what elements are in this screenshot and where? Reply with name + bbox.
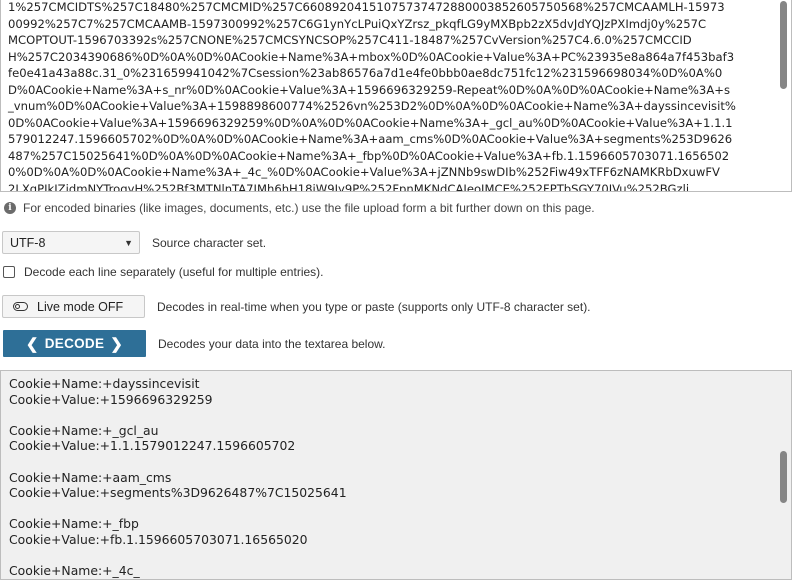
info-note: i For encoded binaries (like images, doc… <box>4 201 595 215</box>
decode-each-line-checkbox[interactable] <box>3 266 15 278</box>
output-scrollbar-thumb[interactable] <box>780 451 787 503</box>
encoded-input-line: 0D%0ACookie+Value%3A+1596696329259%0D%0A… <box>8 115 733 130</box>
output-scrollbar[interactable] <box>777 371 791 579</box>
encoded-input-line: 1%257CMCIDTS%257C18480%257CMCMID%257C660… <box>8 0 725 14</box>
input-scrollbar[interactable] <box>777 0 791 191</box>
charset-row: UTF-8 ▼ Source character set. <box>2 231 266 254</box>
decode-each-line-row: Decode each line separately (useful for … <box>3 265 323 279</box>
decoded-cookie-entry: Cookie+Name:+aam_cms Cookie+Value:+segmen… <box>9 470 769 501</box>
info-note-text: For encoded binaries (like images, docum… <box>23 201 595 215</box>
input-scrollbar-thumb[interactable] <box>780 1 787 89</box>
live-mode-row: Live mode OFF Decodes in real-time when … <box>2 295 591 318</box>
cookie-name-line: Cookie+Name:+aam_cms <box>9 469 172 485</box>
live-mode-label: Live mode OFF <box>37 299 124 314</box>
toggle-off-icon <box>13 302 28 311</box>
decoded-output-textarea[interactable]: Cookie+Name:+dayssincevisit Cookie+Value:… <box>0 370 792 580</box>
decoded-cookie-entry: Cookie+Name:+_gcl_au Cookie+Value:+1.1.15… <box>9 423 769 454</box>
cookie-value-line: Cookie+Value:+1596696329259 <box>9 391 213 407</box>
chevron-right-icon: ❯ <box>110 335 124 353</box>
decode-description: Decodes your data into the textarea belo… <box>158 336 386 351</box>
decode-button-label: DECODE <box>44 336 105 351</box>
live-mode-toggle-button[interactable]: Live mode OFF <box>2 295 145 318</box>
encoded-input-line: 487%257C15025641%0D%0A%0D%0ACookie+Name%… <box>8 148 730 163</box>
encoded-input-textarea[interactable]: 1%257CMCIDTS%257C18480%257CMCMID%257C660… <box>0 0 792 192</box>
decoded-cookie-entry: Cookie+Name:+dayssincevisit Cookie+Value:… <box>9 376 769 407</box>
charset-select[interactable]: UTF-8 ▼ <box>2 231 140 254</box>
encoded-input-line: 579012247.1596605702%0D%0A%0D%0ACookie+N… <box>8 132 733 146</box>
cookie-name-line: Cookie+Name:+_fbp <box>9 516 139 532</box>
live-mode-description: Decodes in real-time when you type or pa… <box>157 299 591 314</box>
encoded-input-line: MCOPTOUT-1596703392s%257CNONE%257CMCSYNC… <box>8 33 692 47</box>
decode-each-line-label[interactable]: Decode each line separately (useful for … <box>24 265 323 279</box>
cookie-name-line: Cookie+Name:+dayssincevisit <box>9 376 200 391</box>
encoded-input-line: 2LXgPJkIZjdmNYTrogyH%252Bf3MTNlnTA7IMh6h… <box>8 181 690 192</box>
cookie-name-line: Cookie+Name:+_gcl_au <box>9 422 159 438</box>
encoded-input-text: 1%257CMCIDTS%257C18480%257CMCMID%257C660… <box>8 0 773 192</box>
cookie-name-line: Cookie+Name:+_4c_ <box>9 563 140 579</box>
decoded-cookie-entry: Cookie+Name:+_fbp Cookie+Value:+fb.1.1596… <box>9 516 769 547</box>
cookie-value-line: Cookie+Value:+segments%3D9626487%7C15025… <box>9 485 347 501</box>
decoded-output-text: Cookie+Name:+dayssincevisit Cookie+Value:… <box>9 376 769 579</box>
info-icon: i <box>4 202 16 214</box>
decoded-cookie-entry: Cookie+Name:+_4c_ <box>9 563 769 579</box>
cookie-value-line: Cookie+Value:+1.1.1579012247.1596605702 <box>9 438 296 454</box>
decode-button[interactable]: ❮ DECODE ❯ <box>3 330 146 357</box>
cookie-value-line: Cookie+Value:+fb.1.1596605703071.1656502… <box>9 531 308 547</box>
encoded-input-line: fe0e41a43a88c.31_0%231659941042%7Csessio… <box>8 66 723 80</box>
chevron-left-icon: ❮ <box>25 335 39 353</box>
chevron-down-icon: ▼ <box>124 237 133 248</box>
charset-description: Source character set. <box>152 235 267 250</box>
encoded-input-line: H%257C2034390686%0D%0A%0D%0ACookie+Name%… <box>8 49 735 64</box>
encoded-input-line: 0%0D%0A%0D%0ACookie+Name%3A+_4c_%0D%0ACo… <box>8 165 720 179</box>
encoded-input-line: 00992%257C7%257CMCAAMB-1597300992%257C6G… <box>8 16 707 31</box>
charset-selected-value: UTF-8 <box>10 235 46 250</box>
decode-row: ❮ DECODE ❯ Decodes your data into the te… <box>3 330 385 357</box>
encoded-input-line: D%0ACookie+Name%3A+s_nr%0D%0ACookie+Valu… <box>8 82 730 97</box>
encoded-input-line: _vnum%0D%0ACookie+Value%3A+1598898600774… <box>8 99 736 113</box>
